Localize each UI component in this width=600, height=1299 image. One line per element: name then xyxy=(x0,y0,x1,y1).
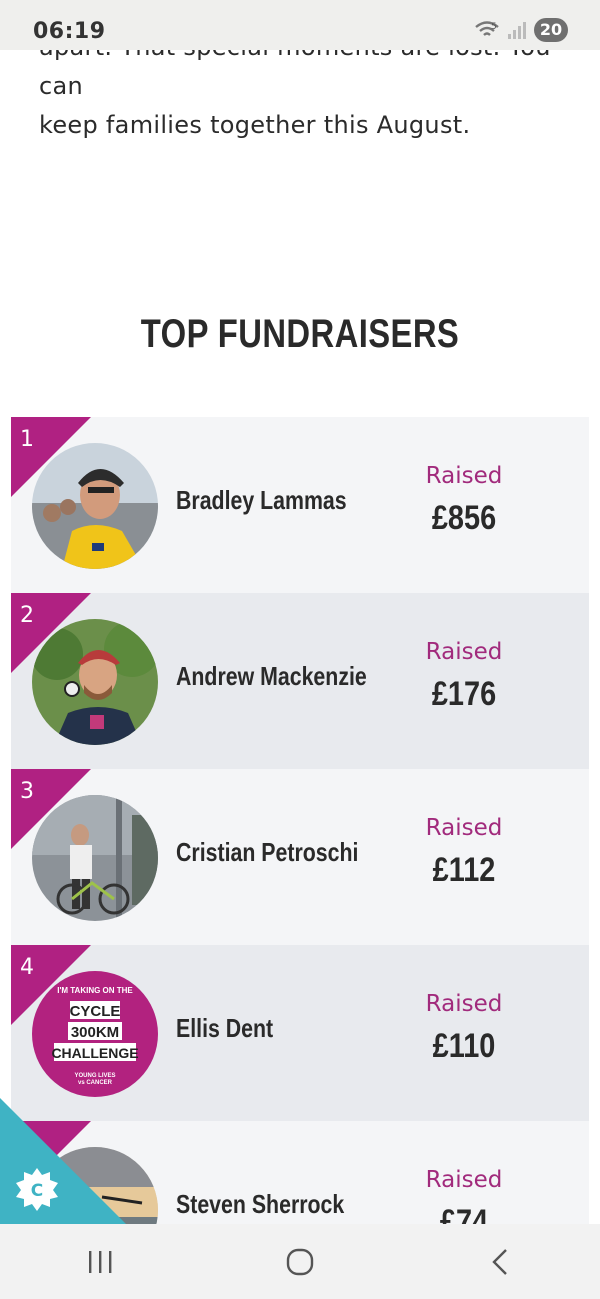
home-button[interactable] xyxy=(270,1237,330,1287)
system-nav-bar xyxy=(0,1224,600,1299)
fundraiser-photo xyxy=(32,619,158,745)
home-icon xyxy=(286,1248,314,1275)
rank-number: 4 xyxy=(20,955,34,980)
recents-button[interactable] xyxy=(70,1237,130,1287)
avatar[interactable] xyxy=(32,443,158,569)
badge-brand1: YOUNG LIVES xyxy=(74,1073,115,1079)
badge-brand2: vs CANCER xyxy=(78,1080,113,1086)
wifi-icon: 5 xyxy=(475,21,499,36)
intro-line: keep families together this August. xyxy=(39,111,471,139)
raised-amount: £110 xyxy=(432,1027,496,1065)
raised-amount: £856 xyxy=(431,499,497,537)
badge-line3: CHALLENGE xyxy=(51,1045,138,1061)
cookie-letter: C xyxy=(31,1181,43,1201)
fundraiser-photo xyxy=(32,795,158,921)
section-title: TOP FUNDRAISERS xyxy=(140,312,460,356)
badge-top-text: I'M TAKING ON THE xyxy=(57,986,133,995)
fundraiser-name[interactable]: Steven Sherrock xyxy=(176,1189,344,1220)
avatar[interactable]: I'M TAKING ON THE CYCLE 300KM CHALLENGE … xyxy=(32,971,158,1097)
signal-icon xyxy=(508,22,526,39)
badge-line1: CYCLE xyxy=(70,1003,121,1020)
raised-label: Raised xyxy=(425,991,503,1017)
status-icons: 5 20 xyxy=(474,18,568,42)
raised-label: Raised xyxy=(425,639,503,665)
raised-amount: £112 xyxy=(432,851,496,889)
fundraiser-name[interactable]: Andrew Mackenzie xyxy=(176,661,367,692)
fundraiser-name[interactable]: Cristian Petroschi xyxy=(176,837,358,868)
raised-label: Raised xyxy=(425,463,503,489)
cookie-settings-icon[interactable]: C xyxy=(14,1166,60,1212)
avatar[interactable] xyxy=(32,619,158,745)
challenge-badge: I'M TAKING ON THE CYCLE 300KM CHALLENGE … xyxy=(32,971,158,1097)
status-time: 06:19 xyxy=(33,19,106,44)
fundraiser-name[interactable]: Ellis Dent xyxy=(176,1013,273,1044)
avatar[interactable] xyxy=(32,795,158,921)
badge-line2: 300KM xyxy=(71,1024,119,1041)
rank-number: 2 xyxy=(20,603,34,628)
rank-number: 3 xyxy=(20,779,34,804)
back-icon xyxy=(492,1248,507,1275)
network-label: 5 xyxy=(491,22,497,32)
fundraiser-row[interactable]: 2 Andrew Mackenzie Raised £176 xyxy=(11,593,589,769)
fundraiser-row[interactable]: 4 I'M TAKING ON THE CYCLE 300KM CHALLENG… xyxy=(11,945,589,1121)
back-button[interactable] xyxy=(470,1237,530,1287)
rank-number: 1 xyxy=(20,427,34,452)
status-bar: 06:19 5 20 xyxy=(0,0,600,50)
raised-amount: £176 xyxy=(431,675,497,713)
fundraiser-row[interactable]: 1 Bradley Lammas Raised £856 xyxy=(11,417,589,593)
fundraiser-row[interactable]: 3 Cristian Petroschi Raised £112 xyxy=(11,769,589,945)
fundraiser-name[interactable]: Bradley Lammas xyxy=(176,485,347,516)
recents-icon xyxy=(89,1250,112,1273)
battery-indicator: 20 xyxy=(534,18,568,42)
fundraiser-photo xyxy=(32,443,158,569)
raised-label: Raised xyxy=(425,815,503,841)
screen: 06:19 5 20 apart. That special moments a… xyxy=(0,0,600,1299)
raised-label: Raised xyxy=(425,1167,503,1193)
